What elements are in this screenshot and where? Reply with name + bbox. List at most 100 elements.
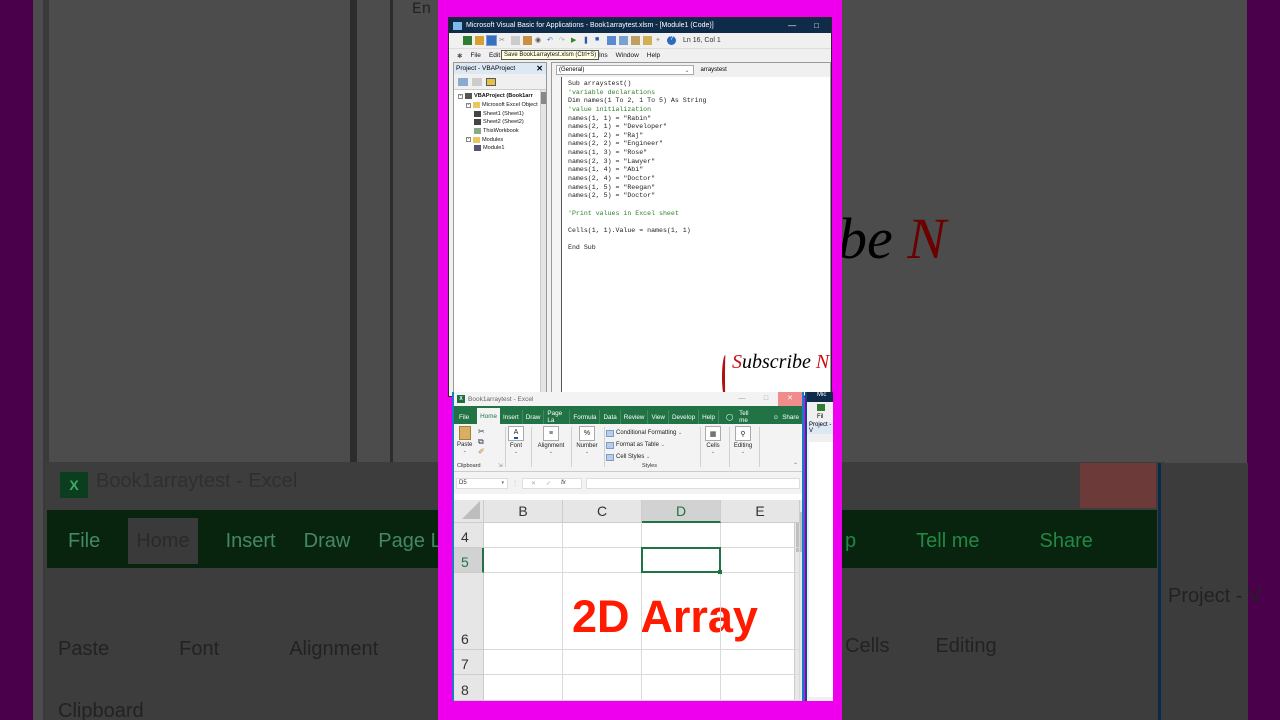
menu-edit[interactable]: Edit: [489, 52, 500, 59]
tree-item[interactable]: - Modules: [454, 135, 546, 144]
undo-icon[interactable]: ↶: [547, 36, 556, 45]
column-header[interactable]: C: [563, 500, 642, 523]
close-icon[interactable]: ✕: [536, 64, 543, 73]
row-header[interactable]: 8: [454, 675, 484, 701]
scroll-thumb[interactable]: [541, 92, 546, 104]
maximize-button[interactable]: □: [814, 21, 819, 30]
paste-button[interactable]: Paste ⌄: [457, 426, 472, 454]
column-header[interactable]: D: [642, 500, 721, 523]
menu-help[interactable]: Help: [647, 52, 660, 59]
row-header[interactable]: 5: [454, 548, 484, 573]
overlay-title-2d-array: 2D Array: [572, 591, 758, 642]
tell-me-button[interactable]: ◯ Tell me: [723, 410, 756, 424]
name-box[interactable]: D5 ▾: [456, 477, 508, 489]
save-icon[interactable]: [486, 35, 497, 46]
project-explorer-icon[interactable]: [619, 36, 628, 45]
project-scrollbar[interactable]: [540, 90, 546, 396]
cut-icon[interactable]: ✂: [478, 427, 485, 437]
tree-item[interactable]: - VBAProject (Book1arr: [454, 92, 546, 101]
column-header[interactable]: B: [484, 500, 563, 523]
subscribe-rest: ubscribe: [742, 351, 811, 373]
view-code-icon[interactable]: [458, 77, 468, 86]
copy-icon[interactable]: ⧉: [478, 437, 485, 447]
cell-styles-button[interactable]: Cell Styles ⌄: [606, 451, 682, 463]
minimize-button[interactable]: —: [788, 21, 796, 30]
object-dropdown[interactable]: (General) ⌄: [556, 65, 694, 75]
menu-file[interactable]: File: [470, 52, 480, 59]
tree-item[interactable]: Sheet2 (Sheet2): [454, 118, 546, 127]
share-button[interactable]: ☺ Share: [770, 410, 802, 424]
toolbar-fragment: [807, 402, 833, 412]
copy-icon[interactable]: [511, 36, 520, 45]
find-icon[interactable]: ◉: [535, 36, 544, 45]
collapse-icon[interactable]: -: [466, 137, 471, 143]
tab-data[interactable]: Data: [600, 410, 621, 424]
insert-function-button[interactable]: fx: [561, 480, 566, 486]
code-line: names(2, 3) = "Lawyer": [568, 157, 656, 165]
row-header[interactable]: 7: [454, 650, 484, 675]
background-divider: [350, 0, 357, 490]
tab-insert[interactable]: Insert: [500, 410, 523, 424]
vertical-scrollbar[interactable]: [794, 500, 802, 701]
redo-icon[interactable]: ↷: [559, 36, 568, 45]
cells-button[interactable]: ▦ Cells ⌄: [704, 426, 722, 455]
select-all-button[interactable]: [454, 500, 484, 523]
insert-userform-icon[interactable]: [475, 36, 484, 45]
formula-input[interactable]: [586, 477, 800, 489]
folder-icon: [473, 136, 480, 143]
collapse-icon[interactable]: -: [466, 102, 471, 108]
view-object-icon[interactable]: [472, 77, 482, 86]
worksheet-grid[interactable]: 2D Array BCDE 45678: [454, 500, 802, 701]
tab-help[interactable]: Help: [699, 410, 720, 424]
run-icon[interactable]: ▶: [571, 36, 580, 45]
tab-draw[interactable]: Draw: [523, 410, 545, 424]
menu-window[interactable]: Window: [616, 52, 639, 59]
tab-view[interactable]: View: [648, 410, 669, 424]
font-button[interactable]: A Font ⌄: [508, 426, 524, 455]
toggle-folders-icon[interactable]: [486, 77, 496, 86]
tab-develop[interactable]: Develop: [669, 410, 700, 424]
editing-button[interactable]: ⚲ Editing ⌄: [732, 426, 754, 455]
toolbox-icon[interactable]: ✦: [655, 36, 664, 45]
tab-page-la[interactable]: Page La: [544, 410, 571, 424]
enter-icon[interactable]: ✓: [546, 480, 551, 487]
tab-review[interactable]: Review: [621, 410, 649, 424]
reset-icon[interactable]: ■: [595, 36, 604, 45]
design-mode-icon[interactable]: [607, 36, 616, 45]
cancel-icon[interactable]: ✕: [531, 480, 536, 487]
paste-icon[interactable]: [523, 36, 532, 45]
tree-item[interactable]: - Microsoft Excel Object: [454, 101, 546, 110]
cut-icon[interactable]: ✂: [499, 36, 508, 45]
row-header[interactable]: 4: [454, 523, 484, 548]
format-as-table-button[interactable]: Format as Table ⌄: [606, 439, 682, 451]
tab-home[interactable]: Home: [477, 408, 500, 424]
close-button[interactable]: ✕: [778, 392, 802, 406]
object-browser-icon[interactable]: [643, 36, 652, 45]
vba-title-fragment: Mic: [807, 392, 833, 402]
tab-formula[interactable]: Formula: [570, 410, 601, 424]
tree-item[interactable]: ThisWorkbook: [454, 127, 546, 136]
minimize-button[interactable]: —: [730, 392, 754, 406]
row-header[interactable]: 6: [454, 573, 484, 650]
break-icon[interactable]: ❚: [583, 36, 592, 45]
number-button[interactable]: % Number ⌄: [574, 426, 600, 455]
column-header[interactable]: E: [721, 500, 800, 523]
selected-cell[interactable]: [641, 547, 722, 574]
excel-view-icon[interactable]: [463, 36, 472, 45]
maximize-button[interactable]: □: [754, 392, 778, 406]
collapse-icon[interactable]: -: [458, 93, 463, 99]
procedure-dropdown[interactable]: arraystest: [699, 65, 831, 75]
code-editor[interactable]: Sub arraystest()'variable declarations Di…: [568, 80, 707, 253]
tab-file[interactable]: File: [456, 410, 477, 424]
dialog-launcher-icon[interactable]: ⇲: [498, 463, 503, 469]
tree-item[interactable]: Module1: [454, 144, 546, 153]
conditional-formatting-button[interactable]: Conditional Formatting ⌄: [606, 427, 682, 439]
alignment-button[interactable]: ≡ Alignment ⌄: [534, 426, 568, 455]
format-painter-icon[interactable]: ✐: [478, 447, 485, 457]
vba-title: Microsoft Visual Basic for Applications …: [466, 22, 714, 29]
tree-item[interactable]: Sheet1 (Sheet1): [454, 109, 546, 118]
help-icon[interactable]: ?: [667, 36, 676, 45]
collapse-ribbon-icon[interactable]: ⌃: [793, 462, 798, 469]
properties-icon[interactable]: [631, 36, 640, 45]
